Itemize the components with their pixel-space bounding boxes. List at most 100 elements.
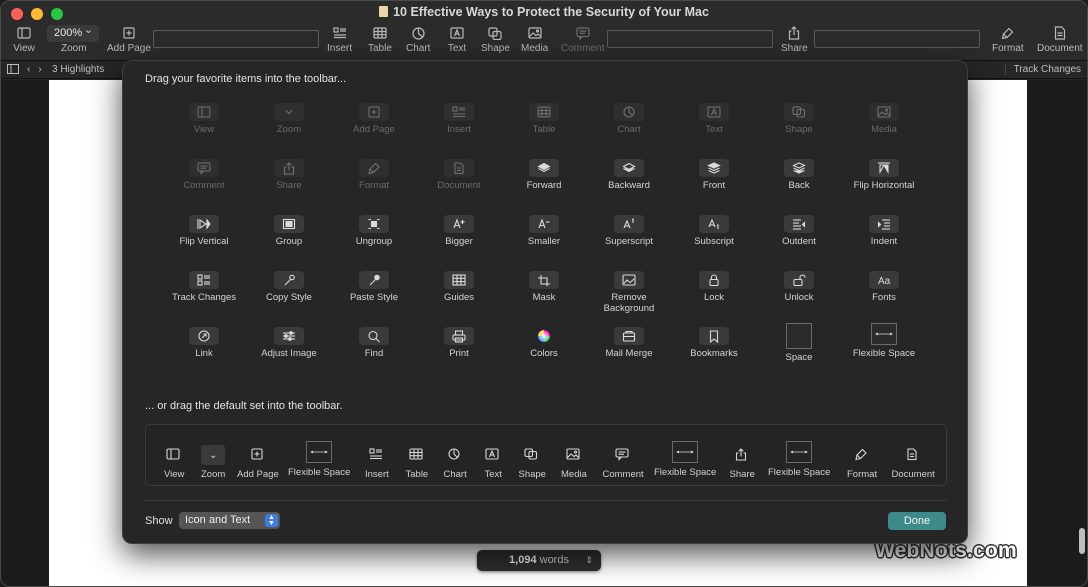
palette-item-adjust-image[interactable]: Adjust Image: [244, 327, 334, 359]
chevron-down-icon: [274, 103, 304, 121]
palette-item-flexible-space[interactable]: Flexible Space: [839, 323, 929, 359]
default-item-media: Media: [561, 445, 587, 480]
palette-item-unlock[interactable]: Unlock: [754, 271, 844, 303]
chevron-left-icon[interactable]: ‹: [27, 64, 30, 77]
thumbnail-sidebar-icon[interactable]: [7, 64, 19, 77]
palette-item-table[interactable]: Table: [499, 103, 589, 135]
default-item-label: Table: [405, 469, 429, 480]
zoom-popup[interactable]: 200%: [47, 22, 99, 42]
show-mode-select[interactable]: Icon and Text ▲ ▼: [179, 512, 280, 529]
unlock-icon: [784, 271, 814, 289]
default-item-view: View: [164, 445, 184, 480]
palette-item-label: Track Changes: [171, 292, 237, 303]
palette-item-copy-style[interactable]: Copy Style: [244, 271, 334, 303]
share-icon: [274, 159, 304, 177]
palette-item-label: Unlock: [784, 292, 814, 303]
palette-item-link[interactable]: Link: [159, 327, 249, 359]
palette-item-print[interactable]: Print: [414, 327, 504, 359]
default-item-shape: Shape: [519, 445, 546, 480]
palette-item-shape[interactable]: Shape: [754, 103, 844, 135]
palette-item-find[interactable]: Find: [329, 327, 419, 359]
toolbar-shape-button[interactable]: Shape: [481, 25, 510, 54]
toolbar-share-button[interactable]: Share: [781, 25, 808, 54]
palette-item-colors[interactable]: Colors: [499, 327, 589, 359]
toolbar-add-page-button[interactable]: Add Page: [107, 25, 151, 54]
zoom-value: 200%: [54, 27, 83, 39]
toolbar-media-button[interactable]: Media: [521, 25, 548, 54]
palette-item-outdent[interactable]: Outdent: [754, 215, 844, 247]
palette-item-media[interactable]: Media: [839, 103, 929, 135]
text-icon: [446, 25, 468, 41]
default-item-comment: Comment: [603, 445, 644, 480]
palette-item-guides[interactable]: Guides: [414, 271, 504, 303]
default-item-label: Zoom: [201, 469, 226, 480]
bigger-icon: [444, 215, 474, 233]
toolbar-chart-button[interactable]: Chart: [406, 25, 430, 54]
palette-item-forward[interactable]: Forward: [499, 159, 589, 191]
track-changes-button[interactable]: Track Changes: [1004, 64, 1081, 75]
palette-item-back[interactable]: Back: [754, 159, 844, 191]
palette-item-share[interactable]: Share: [244, 159, 334, 191]
palette-item-fonts[interactable]: Aa Fonts: [839, 271, 929, 303]
toolbar-table-button[interactable]: Table: [368, 25, 392, 54]
palette-item-document[interactable]: Document: [414, 159, 504, 191]
select-chevrons-icon: ▲ ▼: [265, 514, 278, 527]
palette-item-paste-style[interactable]: Paste Style: [329, 271, 419, 303]
default-item-flexible-space: Flexible Space: [654, 441, 716, 478]
back-icon: [784, 159, 814, 177]
palette-item-text[interactable]: Text: [669, 103, 759, 135]
palette-item-comment[interactable]: Comment: [159, 159, 249, 191]
palette-item-ungroup[interactable]: Ungroup: [329, 215, 419, 247]
palette-item-add-page[interactable]: Add Page: [329, 103, 419, 135]
toolbar-insert-button[interactable]: Insert: [327, 25, 352, 54]
palette-item-mask[interactable]: Mask: [499, 271, 589, 303]
palette-item-bookmarks[interactable]: Bookmarks: [669, 327, 759, 359]
palette-item-space[interactable]: Space: [754, 323, 844, 363]
default-set-heading: ... or drag the default set into the too…: [145, 400, 343, 412]
toolbar-view-button[interactable]: View: [13, 25, 35, 54]
done-button[interactable]: Done: [888, 512, 946, 530]
palette-item-subscript[interactable]: Subscript: [669, 215, 759, 247]
palette-item-label: Flip Vertical: [179, 236, 229, 247]
palette-item-group[interactable]: Group: [244, 215, 334, 247]
palette-item-zoom[interactable]: Zoom: [244, 103, 334, 135]
toolbar-add-page-label: Add Page: [107, 43, 151, 54]
palette-item-flip-horizontal[interactable]: Flip Horizontal: [839, 159, 929, 191]
word-count-pill[interactable]: 1,094 words ⇕: [477, 550, 601, 571]
palette-item-insert[interactable]: Insert: [414, 103, 504, 135]
palette-item-lock[interactable]: Lock: [669, 271, 759, 303]
palette-item-front[interactable]: Front: [669, 159, 759, 191]
palette-item-smaller[interactable]: Smaller: [499, 215, 589, 247]
default-toolbar-set[interactable]: View ⌄ Zoom Add Page Flexible Space Insert Tab…: [145, 424, 947, 486]
toolbar-text-button[interactable]: Text: [446, 25, 468, 54]
toolbar-document-button[interactable]: Document: [1037, 25, 1083, 54]
toolbar-comment-button[interactable]: Comment: [561, 25, 604, 54]
comment-icon: [189, 159, 219, 177]
toolbar-format-button[interactable]: Format: [992, 25, 1024, 54]
default-item-label: Add Page: [237, 469, 279, 480]
colors-icon: [529, 327, 559, 345]
palette-item-label: Space: [785, 352, 813, 363]
palette-item-remove-background[interactable]: Remove Background: [584, 271, 674, 314]
palette-item-format[interactable]: Format: [329, 159, 419, 191]
chevron-right-icon[interactable]: ›: [38, 64, 41, 77]
right-gutter: [1027, 80, 1087, 586]
palette-item-bigger[interactable]: Bigger: [414, 215, 504, 247]
palette-item-label: Print: [449, 348, 469, 359]
palette-item-indent[interactable]: Indent: [839, 215, 929, 247]
palette-item-view[interactable]: View: [159, 103, 249, 135]
palette-item-mail-merge[interactable]: Mail Merge: [584, 327, 674, 359]
palette-item-label: Copy Style: [266, 292, 312, 303]
vertical-scrollbar[interactable]: [1079, 528, 1085, 554]
palette-item-label: Mail Merge: [605, 348, 653, 359]
toolbar-share-label: Share: [781, 43, 808, 54]
word-count-unit: words: [539, 554, 569, 566]
highlights-count[interactable]: 3 Highlights: [52, 64, 104, 75]
palette-item-flip-vertical[interactable]: Flip Vertical: [159, 215, 249, 247]
guides-icon: [444, 271, 474, 289]
palette-item-track-changes[interactable]: Track Changes: [159, 271, 249, 303]
palette-item-backward[interactable]: Backward: [584, 159, 674, 191]
palette-item-superscript[interactable]: Superscript: [584, 215, 674, 247]
default-item-flexible-space: Flexible Space: [768, 441, 830, 478]
palette-item-chart[interactable]: Chart: [584, 103, 674, 135]
